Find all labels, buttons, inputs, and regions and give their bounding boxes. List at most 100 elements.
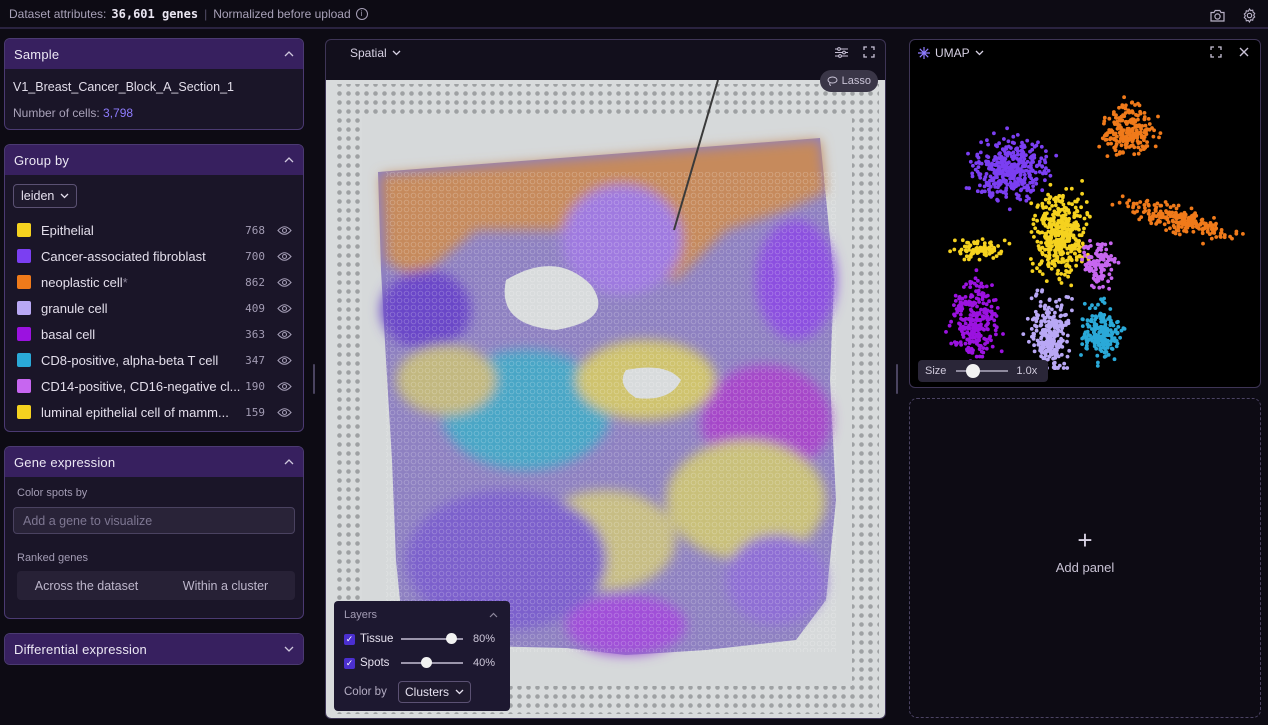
chevron-down-icon[interactable] bbox=[392, 50, 401, 56]
umap-point bbox=[1004, 145, 1008, 150]
umap-point bbox=[1088, 238, 1092, 243]
chevron-up-icon[interactable] bbox=[284, 457, 294, 467]
lasso-button[interactable]: Lasso bbox=[819, 70, 878, 92]
group-item[interactable]: basal cell 363 bbox=[17, 321, 293, 347]
group-color-swatch[interactable] bbox=[17, 301, 31, 315]
gene-search-input[interactable] bbox=[13, 507, 295, 534]
chevron-down-icon[interactable] bbox=[284, 644, 294, 654]
umap-point bbox=[1032, 332, 1036, 336]
group-color-swatch[interactable] bbox=[17, 249, 31, 263]
umap-point bbox=[1088, 262, 1093, 267]
top-bar: Dataset attributes: 36,601 genes | Norma… bbox=[0, 0, 1268, 29]
eye-icon[interactable] bbox=[277, 222, 293, 238]
spatial-view-select[interactable]: Spatial bbox=[350, 46, 387, 60]
spots-opacity-slider[interactable] bbox=[401, 657, 463, 668]
umap-point bbox=[1047, 354, 1052, 359]
group-color-swatch[interactable] bbox=[17, 353, 31, 367]
group-count: 363 bbox=[245, 327, 265, 341]
tab-across-dataset[interactable]: Across the dataset bbox=[17, 571, 156, 600]
umap-point bbox=[1045, 313, 1050, 318]
umap-point bbox=[1032, 343, 1036, 348]
settings-icon[interactable] bbox=[1240, 6, 1258, 24]
umap-point bbox=[1085, 318, 1090, 323]
ranked-genes-label: Ranked genes bbox=[17, 552, 88, 564]
add-panel-button[interactable]: + Add panel bbox=[909, 398, 1261, 718]
eye-icon[interactable] bbox=[277, 248, 293, 264]
umap-point bbox=[1104, 263, 1109, 268]
chevron-up-icon[interactable] bbox=[284, 155, 294, 165]
group-item[interactable]: luminal epithelial cell of mamm... 159 bbox=[17, 399, 293, 425]
color-by-select[interactable]: Clusters bbox=[398, 681, 472, 703]
gene-expression-header[interactable]: Gene expression bbox=[5, 447, 303, 477]
size-slider-knob[interactable] bbox=[966, 364, 981, 378]
group-item[interactable]: CD14-positive, CD16-negative cl... 190 bbox=[17, 373, 293, 399]
group-item[interactable]: granule cell 409 bbox=[17, 295, 293, 321]
umap-point bbox=[962, 244, 967, 249]
umap-point bbox=[993, 328, 998, 333]
umap-scatter[interactable] bbox=[910, 70, 1261, 370]
umap-point bbox=[1009, 146, 1013, 150]
eye-icon[interactable] bbox=[277, 300, 293, 316]
umap-point bbox=[977, 160, 981, 164]
umap-point bbox=[1022, 177, 1027, 182]
group-item[interactable]: Epithelial 768 bbox=[17, 217, 293, 243]
umap-point bbox=[960, 301, 965, 306]
chevron-down-icon[interactable] bbox=[975, 50, 984, 56]
umap-point bbox=[1162, 222, 1167, 227]
differential-expression-header[interactable]: Differential expression bbox=[5, 634, 303, 664]
point-size-slider[interactable] bbox=[956, 364, 1009, 378]
chevron-up-icon[interactable] bbox=[284, 49, 294, 59]
umap-point bbox=[1191, 229, 1196, 234]
eye-icon[interactable] bbox=[277, 352, 293, 368]
umap-point bbox=[1039, 335, 1044, 340]
right-resize-handle[interactable] bbox=[896, 364, 898, 394]
umap-point bbox=[1090, 314, 1095, 318]
camera-icon[interactable] bbox=[1208, 6, 1226, 24]
umap-point bbox=[1065, 246, 1070, 251]
eye-icon[interactable] bbox=[277, 326, 293, 342]
close-icon[interactable] bbox=[1236, 44, 1252, 60]
group-item[interactable]: CD8-positive, alpha-beta T cell 347 bbox=[17, 347, 293, 373]
umap-point bbox=[1158, 131, 1163, 135]
umap-point bbox=[984, 294, 988, 299]
umap-point bbox=[1065, 333, 1070, 338]
umap-point bbox=[970, 318, 975, 322]
eye-icon[interactable] bbox=[277, 378, 293, 394]
umap-point bbox=[1136, 117, 1140, 122]
group-color-swatch[interactable] bbox=[17, 223, 31, 237]
umap-point bbox=[975, 241, 980, 246]
group-color-swatch[interactable] bbox=[17, 405, 31, 419]
umap-point bbox=[1153, 207, 1158, 212]
eye-icon[interactable] bbox=[277, 404, 293, 420]
group-item[interactable]: neoplastic cell* 862 bbox=[17, 269, 293, 295]
group-color-swatch[interactable] bbox=[17, 275, 31, 289]
umap-point bbox=[1117, 200, 1122, 205]
spots-checkbox[interactable]: ✓ bbox=[344, 657, 355, 669]
fullscreen-icon[interactable] bbox=[1208, 44, 1224, 60]
eye-icon[interactable] bbox=[277, 274, 293, 290]
tab-within-cluster[interactable]: Within a cluster bbox=[156, 571, 295, 600]
chevron-up-icon[interactable] bbox=[489, 609, 498, 621]
umap-point bbox=[1027, 169, 1032, 174]
umap-point bbox=[1098, 342, 1102, 347]
umap-point bbox=[1093, 261, 1098, 266]
sample-panel-header[interactable]: Sample bbox=[5, 39, 303, 69]
filter-settings-icon[interactable] bbox=[833, 44, 849, 60]
left-resize-handle[interactable] bbox=[313, 364, 315, 394]
tissue-checkbox[interactable]: ✓ bbox=[344, 633, 355, 645]
umap-point bbox=[949, 341, 954, 346]
umap-point bbox=[970, 322, 974, 327]
umap-point bbox=[975, 304, 979, 309]
group-by-header[interactable]: Group by bbox=[5, 145, 303, 175]
umap-view-select[interactable]: UMAP bbox=[935, 46, 970, 60]
umap-point bbox=[1061, 243, 1065, 247]
group-color-swatch[interactable] bbox=[17, 327, 31, 341]
tissue-slider-knob[interactable] bbox=[445, 633, 457, 644]
spots-slider-knob[interactable] bbox=[420, 657, 432, 668]
fullscreen-icon[interactable] bbox=[861, 44, 877, 60]
group-item[interactable]: Cancer-associated fibroblast 700 bbox=[17, 243, 293, 269]
tissue-opacity-slider[interactable] bbox=[401, 633, 463, 644]
group-color-swatch[interactable] bbox=[17, 379, 31, 393]
group-by-select[interactable]: leiden bbox=[13, 184, 78, 208]
info-icon[interactable]: i bbox=[355, 7, 368, 20]
